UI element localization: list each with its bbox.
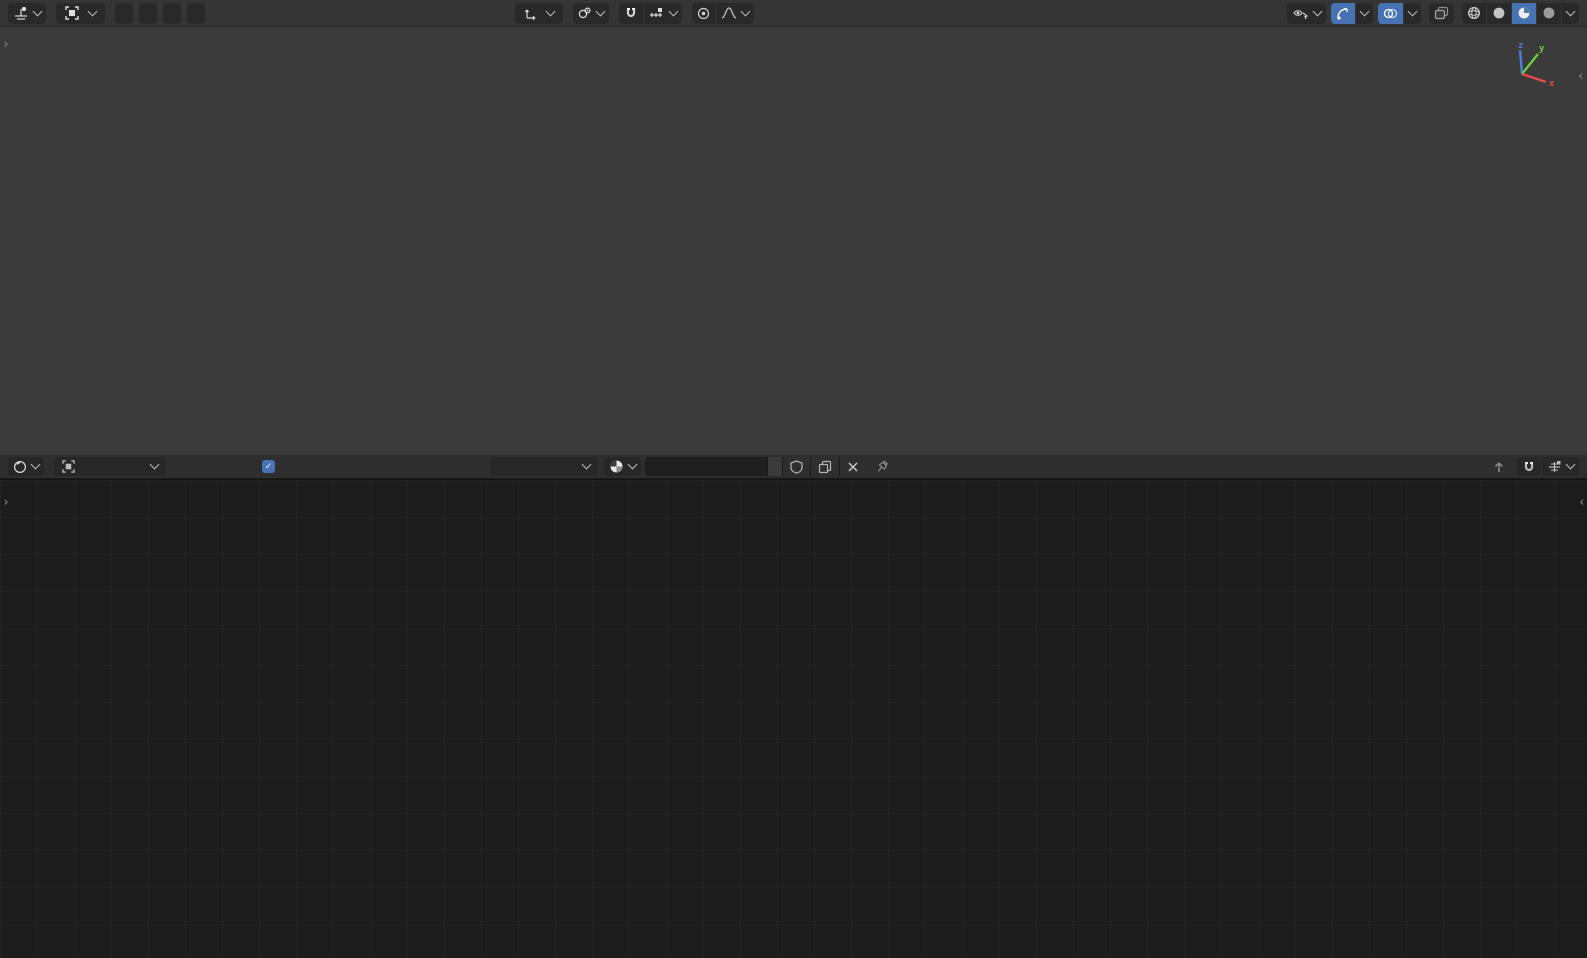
sidebar-toggle-arrow[interactable]: ‹: [1577, 70, 1585, 83]
navigation-axis-gizmo[interactable]: z y x: [1494, 38, 1556, 93]
fake-user-button[interactable]: [783, 457, 810, 476]
mode-dropdown[interactable]: [56, 2, 105, 24]
shader-type-dropdown[interactable]: [54, 457, 166, 476]
pivot-point-dropdown[interactable]: [573, 2, 609, 24]
chevron-down-icon: [1407, 6, 1418, 16]
go-to-parent-tree-button[interactable]: [1487, 457, 1511, 476]
shading-rendered-button[interactable]: [1537, 2, 1561, 24]
wireframe-shading-icon: [1468, 7, 1480, 19]
falloff-curve-icon: [721, 7, 737, 19]
gizmo-dropdown[interactable]: [1356, 2, 1373, 24]
chevron-down-icon: [545, 6, 556, 16]
copy-material-button[interactable]: [811, 457, 839, 476]
shield-icon: [790, 459, 803, 474]
magnet-icon: [1524, 461, 1534, 471]
material-name-field[interactable]: [645, 457, 767, 476]
pivot-point-icon: [578, 7, 591, 19]
chevron-down-icon: [149, 459, 160, 470]
node-editor-header: ✓: [0, 455, 1587, 479]
chevron-down-icon: [581, 459, 592, 470]
gizmo-z-label: z: [1518, 41, 1523, 51]
magnet-icon: [626, 8, 636, 18]
gizmo-x-label: x: [1549, 79, 1555, 89]
overlays-dropdown[interactable]: [1404, 2, 1421, 24]
chevron-down-icon: [668, 6, 679, 16]
chevron-down-icon: [30, 459, 41, 470]
shader-editor-icon: [13, 460, 27, 473]
visibility-dropdown[interactable]: [1287, 2, 1326, 24]
shading-wireframe-button[interactable]: [1462, 2, 1486, 24]
chevron-down-icon: [1565, 459, 1576, 470]
snap-target-dropdown[interactable]: [644, 2, 682, 24]
proportional-editing-toggle[interactable]: [692, 2, 715, 24]
gizmo-y-label: y: [1539, 44, 1545, 54]
duplicate-icon: [818, 460, 832, 473]
menu-object[interactable]: [187, 2, 205, 24]
snap-toggle-button[interactable]: [619, 2, 643, 24]
proportional-falloff-dropdown[interactable]: [716, 2, 754, 24]
orientation-axes-icon: [524, 9, 536, 20]
menu-select[interactable]: [139, 2, 157, 24]
3d-viewport[interactable]: z y x ‹ ›: [0, 0, 1587, 455]
overlays-icon: [1383, 8, 1398, 18]
toolbar-toggle-arrow[interactable]: ›: [2, 38, 10, 51]
3d-viewport-icon: [15, 6, 27, 20]
chevron-down-icon: [87, 6, 98, 16]
snap-grid-icon: [1549, 460, 1561, 472]
chevron-down-icon: [627, 459, 638, 470]
proportional-editing-icon: [697, 7, 710, 19]
use-nodes-checkbox[interactable]: ✓: [262, 460, 282, 473]
xray-toggle[interactable]: [1429, 2, 1454, 24]
gizmo-icon: [1337, 7, 1348, 20]
menu-add[interactable]: [163, 2, 181, 24]
chevron-down-icon: [740, 6, 751, 16]
node-editor-canvas[interactable]: › ‹: [0, 480, 1587, 958]
chevron-down-icon: [1565, 6, 1576, 16]
material-slot-dropdown[interactable]: [490, 457, 598, 476]
xray-icon: [1434, 6, 1449, 20]
pin-icon: [878, 459, 889, 472]
unlink-material-button[interactable]: [840, 457, 866, 476]
show-overlays-toggle[interactable]: [1378, 2, 1403, 24]
rendered-shading-icon: [1543, 7, 1555, 19]
region-toggle-arrow-left[interactable]: ›: [2, 496, 10, 509]
checkbox-checked-icon: ✓: [262, 460, 275, 473]
snap-increment-icon: [650, 7, 662, 17]
show-gizmo-toggle[interactable]: [1331, 2, 1355, 24]
material-datablock-group: [645, 457, 866, 476]
material-sphere-icon: [610, 460, 623, 473]
solid-shading-icon: [1493, 7, 1505, 19]
snap-target-dropdown[interactable]: [1542, 457, 1579, 476]
chevron-down-icon: [595, 6, 606, 16]
material-user-count-button[interactable]: [768, 457, 782, 476]
chevron-down-icon: [1359, 6, 1370, 16]
chevron-down-icon: [1312, 6, 1323, 16]
material-preview-shading-icon: [1518, 7, 1530, 19]
close-icon: [848, 461, 858, 472]
shading-dropdown[interactable]: [1562, 2, 1579, 24]
chevron-down-icon: [32, 6, 43, 16]
nodes-layer: [0, 480, 1587, 958]
eye-cursor-icon: [1293, 9, 1309, 19]
object-data-icon: [62, 460, 75, 473]
region-toggle-arrow-right[interactable]: ‹: [1578, 496, 1586, 509]
arrow-up-icon: [1494, 461, 1504, 472]
viewport-canvas[interactable]: [0, 0, 1587, 455]
pin-button[interactable]: [874, 459, 890, 475]
menu-view[interactable]: [115, 2, 133, 24]
material-browse-dropdown[interactable]: [604, 457, 641, 476]
shading-solid-button[interactable]: [1487, 2, 1511, 24]
editor-type-button[interactable]: [8, 457, 44, 476]
object-mode-icon: [65, 6, 79, 20]
editor-type-button[interactable]: [8, 2, 46, 24]
viewport-header: [0, 0, 1587, 27]
transform-orientation-dropdown[interactable]: [515, 2, 563, 24]
shading-material-button[interactable]: [1512, 2, 1536, 24]
snap-toggle-button[interactable]: [1517, 457, 1541, 476]
